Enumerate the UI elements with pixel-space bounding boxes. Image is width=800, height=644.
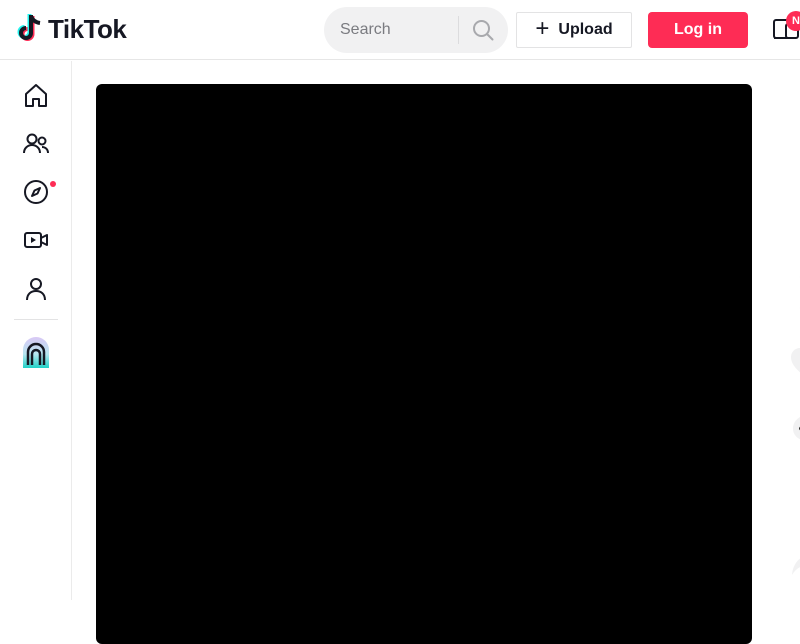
top-header: TikTok + Upload Log in N — [0, 0, 800, 60]
users-icon — [23, 133, 49, 154]
effect-house-graphic — [23, 337, 49, 368]
comment-count: 11.4K — [791, 457, 800, 472]
search-button[interactable] — [459, 7, 508, 53]
share-button[interactable] — [790, 543, 800, 579]
sidebar-item-live[interactable] — [20, 224, 52, 256]
login-label: Log in — [674, 21, 722, 38]
tiktok-logo[interactable]: TikTok — [16, 13, 127, 45]
plus-icon: + — [535, 15, 550, 42]
notification-badge: N — [786, 11, 800, 31]
comment-button[interactable] — [790, 412, 800, 448]
video-player[interactable]: 4.8M 11.4K 457.3K 27.5K — [96, 84, 800, 644]
sidebar-item-home[interactable] — [20, 80, 52, 112]
person-icon — [26, 278, 46, 301]
upload-button[interactable]: + Upload — [516, 12, 632, 48]
sidebar-item-profile[interactable] — [20, 273, 52, 305]
search-input[interactable] — [340, 21, 458, 39]
login-button[interactable]: Log in — [648, 12, 748, 48]
sidebar — [0, 61, 72, 600]
comment-icon — [793, 417, 800, 440]
effect-house-icon[interactable] — [19, 336, 53, 370]
search-icon — [473, 20, 494, 41]
home-icon — [25, 84, 47, 107]
logo-text: TikTok — [48, 13, 127, 44]
search-bar — [324, 7, 508, 53]
like-button[interactable] — [790, 346, 800, 382]
upload-label: Upload — [558, 21, 613, 38]
compass-icon — [24, 180, 48, 204]
share-arrow-icon — [792, 558, 800, 575]
sidebar-item-following[interactable] — [20, 128, 52, 160]
share-count: 27.5K — [790, 588, 800, 603]
save-count: 457.3K — [787, 522, 800, 537]
video-camera-icon — [24, 232, 48, 248]
like-count: 4.8M — [793, 390, 800, 405]
sidebar-item-explore[interactable] — [20, 176, 52, 208]
heart-icon — [791, 348, 800, 373]
explore-notification-dot — [50, 181, 56, 187]
sidebar-divider — [14, 319, 58, 320]
tiktok-note-icon — [17, 14, 41, 41]
